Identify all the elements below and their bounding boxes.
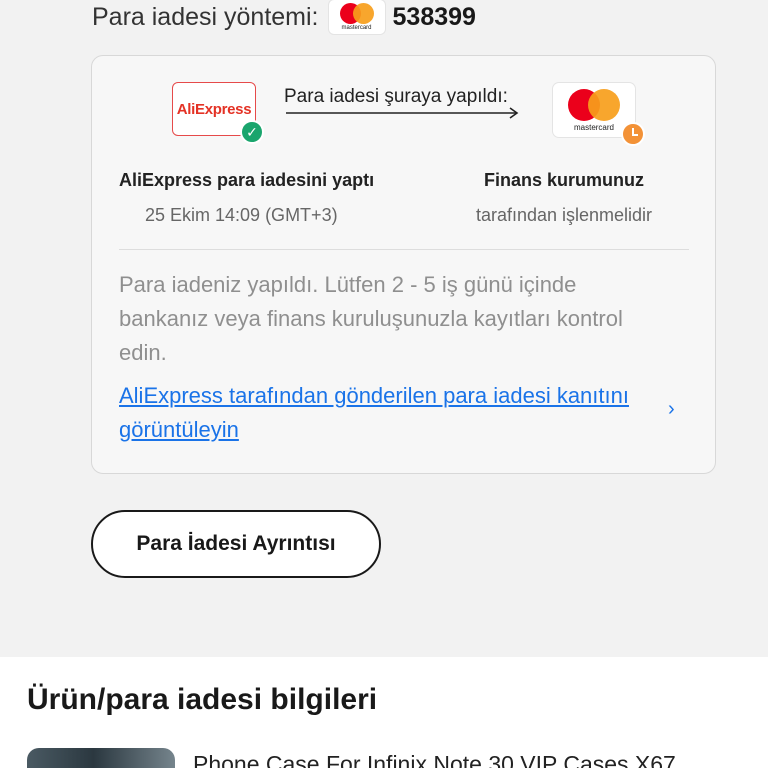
mastercard-logo: mastercard (328, 0, 385, 34)
refund-status-box: AliExpress ✓ Para iadesi şuraya yapıldı:… (91, 55, 716, 474)
bank-status-title: Finans kurumunuz (483, 170, 644, 190)
refund-details-button[interactable]: Para İadesi Ayrıntısı (91, 510, 381, 578)
aliexpress-status-title: AliExpress para iadesini yaptı (119, 170, 375, 190)
aliexpress-logo-text: AliExpress (176, 100, 252, 118)
mastercard-circles-icon (568, 88, 620, 121)
product-thumbnail[interactable] (27, 748, 175, 768)
chevron-right-icon[interactable]: › (668, 398, 675, 421)
refund-flow-label: Para iadesi şuraya yapıldı: (284, 86, 508, 107)
section-title: Ürün/para iadesi bilgileri (27, 683, 378, 716)
bank-status-subtitle: tarafından işlenmelidir (475, 205, 653, 225)
arrow-right-icon (286, 107, 519, 119)
refund-proof-link[interactable]: AliExpress tarafından gönderilen para ia… (119, 379, 644, 447)
product-title[interactable]: Phone Case For Infinix Note 30 VIP Cases… (193, 751, 676, 768)
refund-note: Para iadeniz yapıldı. Lütfen 2 - 5 iş gü… (119, 272, 623, 365)
card-number: 538399 (392, 2, 476, 31)
mastercard-logo-text: mastercard (341, 25, 372, 31)
clock-icon (621, 122, 645, 146)
refund-method-label: Para iadesi yöntemi: (92, 2, 319, 31)
product-refund-info-section: Ürün/para iadesi bilgileri Phone Case Fo… (0, 657, 768, 768)
mastercard-destination-text: mastercard (573, 122, 614, 132)
check-icon: ✓ (240, 120, 264, 144)
aliexpress-status-column: AliExpress para iadesini yaptı 25 Ekim 1… (119, 170, 404, 226)
bank-status-column: Finans kurumunuz tarafından işlenmelidir (444, 170, 684, 226)
refund-timestamp: 25 Ekim 14:09 (GMT+3) (145, 205, 338, 225)
refund-method-row: Para iadesi yöntemi: mastercard 538399 (92, 0, 476, 34)
divider (119, 249, 689, 250)
mastercard-circles-icon (339, 3, 374, 24)
